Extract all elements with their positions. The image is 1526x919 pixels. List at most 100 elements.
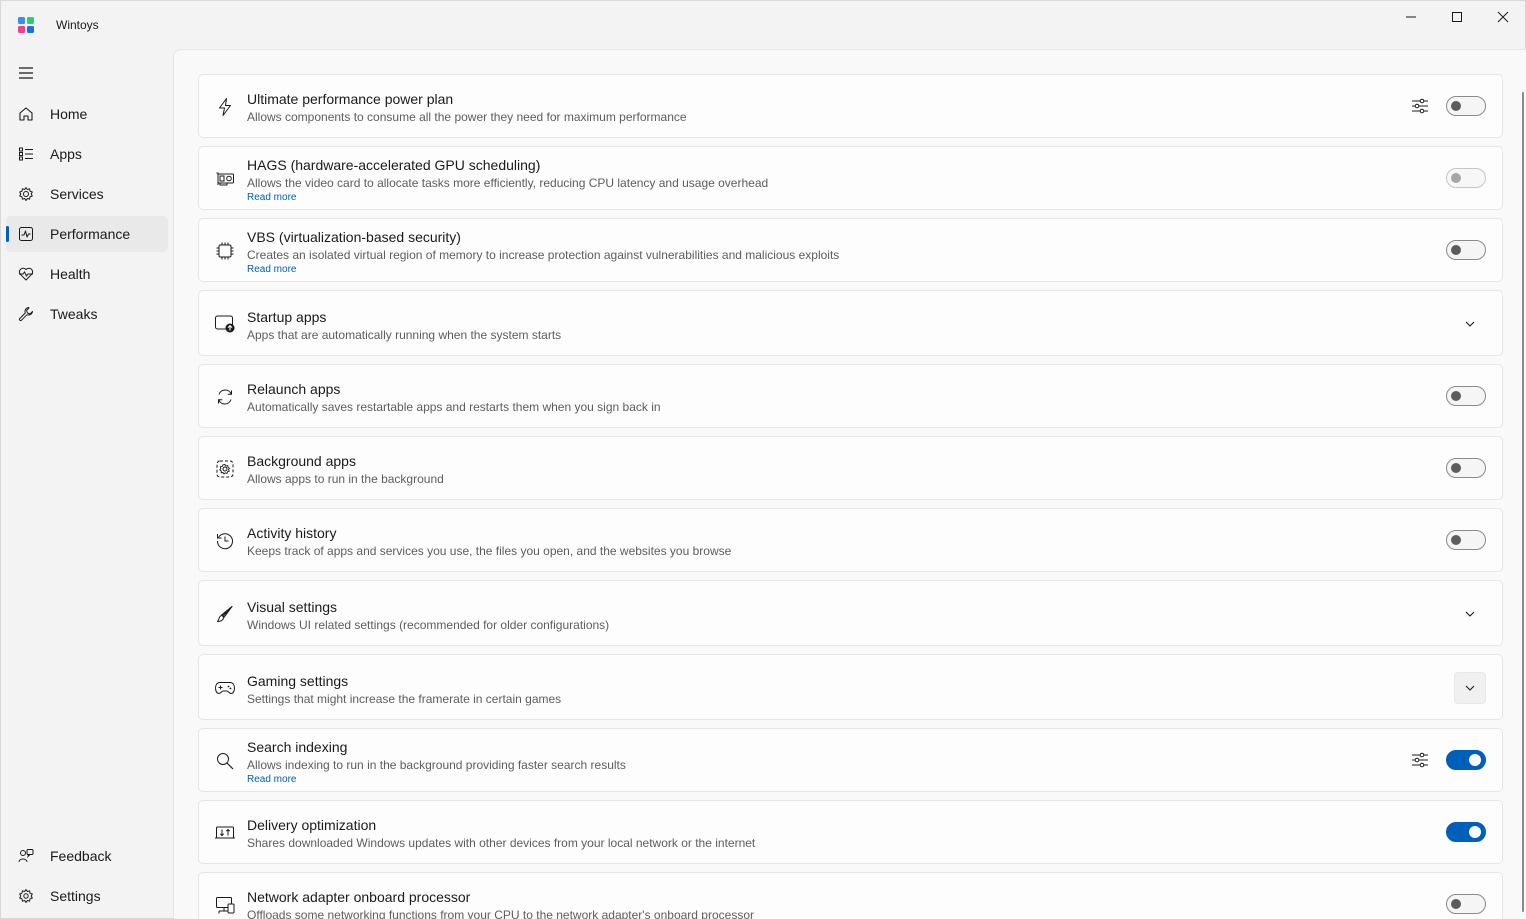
title-bar: Wintoys (1, 1, 1525, 49)
toggle-knob (1469, 754, 1481, 766)
setting-description: Windows UI related settings (recommended… (247, 618, 610, 632)
nav-item-apps[interactable]: Apps (6, 136, 168, 172)
setting-description: Apps that are automatically running when… (247, 328, 562, 342)
toggle-knob (1469, 826, 1481, 838)
apps-list-icon (17, 145, 35, 163)
network-adapter-icon (213, 893, 237, 917)
setting-card-ultimate-performance[interactable]: Ultimate performance power plan Allows c… (198, 74, 1503, 138)
minimize-icon (1406, 16, 1416, 18)
setting-card-visual-settings[interactable]: Visual settings Windows UI related setti… (198, 580, 1503, 646)
toggle-knob (1451, 535, 1461, 545)
setting-title: Delivery optimization (247, 817, 377, 833)
setting-toggle[interactable] (1446, 168, 1486, 188)
setting-toggle[interactable] (1446, 530, 1486, 550)
setting-title: Search indexing (247, 739, 348, 755)
hamburger-icon (19, 67, 33, 79)
toggle-knob (1451, 245, 1461, 255)
setting-card-gaming-settings[interactable]: Gaming settings Settings that might incr… (198, 654, 1503, 720)
nav-label-services: Services (50, 186, 104, 202)
toggle-knob (1451, 101, 1461, 111)
lightning-icon (213, 95, 237, 119)
setting-card-relaunch-apps[interactable]: Relaunch apps Automatically saves restar… (198, 364, 1503, 428)
nav-label-feedback: Feedback (50, 848, 112, 864)
read-more-link[interactable]: Read more (247, 192, 296, 203)
expand-button[interactable] (1454, 672, 1486, 704)
setting-description: Settings that might increase the framera… (247, 692, 562, 706)
setting-toggle[interactable] (1446, 458, 1486, 478)
tune-settings-button[interactable] (1410, 750, 1430, 770)
search-icon (213, 749, 237, 773)
nav-item-feedback[interactable]: Feedback (6, 838, 168, 874)
setting-card-hags[interactable]: HAGS (hardware-accelerated GPU schedulin… (198, 146, 1503, 210)
nav-item-tweaks[interactable]: Tweaks (6, 296, 168, 332)
setting-toggle[interactable] (1446, 894, 1486, 914)
nav-label-health: Health (50, 266, 91, 282)
nav-label-apps: Apps (50, 146, 82, 162)
relaunch-arrows-icon (213, 385, 237, 409)
nav-item-home[interactable]: Home (6, 96, 168, 132)
setting-card-activity-history[interactable]: Activity history Keeps track of apps and… (198, 508, 1503, 572)
setting-description: Keeps track of apps and services you use… (247, 544, 732, 558)
delivery-icon (213, 821, 237, 845)
setting-title: Relaunch apps (247, 381, 341, 397)
setting-card-search-indexing[interactable]: Search indexing Allows indexing to run i… (198, 728, 1503, 792)
setting-title: Visual settings (247, 599, 338, 615)
setting-card-vbs[interactable]: VBS (virtualization-based security) Crea… (198, 218, 1503, 282)
home-icon (17, 105, 35, 123)
background-apps-icon (213, 457, 237, 481)
nav-item-health[interactable]: Health (6, 256, 168, 292)
setting-card-startup-apps[interactable]: Startup apps Apps that are automatically… (198, 290, 1503, 356)
wintoys-logo-icon (18, 17, 34, 33)
gpu-icon (213, 167, 237, 191)
chip-icon (213, 239, 237, 263)
active-indicator (6, 226, 9, 242)
menu-toggle-button[interactable] (13, 61, 39, 85)
setting-toggle[interactable] (1446, 96, 1486, 116)
chevron-down-icon (1465, 611, 1475, 617)
chevron-down-icon (1465, 685, 1475, 691)
setting-title: Startup apps (247, 309, 327, 325)
setting-toggle[interactable] (1446, 386, 1486, 406)
setting-description: Allows apps to run in the background (247, 472, 444, 486)
read-more-link[interactable]: Read more (247, 774, 296, 785)
close-button[interactable] (1480, 1, 1526, 33)
nav-label-performance: Performance (50, 226, 131, 242)
tune-settings-button[interactable] (1410, 96, 1430, 116)
setting-card-delivery-optimization[interactable]: Delivery optimization Shares downloaded … (198, 800, 1503, 864)
setting-card-background-apps[interactable]: Background apps Allows apps to run in th… (198, 436, 1503, 500)
setting-title: Network adapter onboard processor (247, 889, 471, 905)
setting-card-network-adapter[interactable]: Network adapter onboard processor Offloa… (198, 872, 1503, 919)
maximize-icon (1452, 12, 1462, 22)
setting-toggle[interactable] (1446, 822, 1486, 842)
setting-title: Background apps (247, 453, 356, 469)
setting-title: HAGS (hardware-accelerated GPU schedulin… (247, 157, 541, 173)
feedback-icon (17, 847, 35, 865)
setting-toggle[interactable] (1446, 240, 1486, 260)
nav-item-settings[interactable]: Settings (6, 878, 168, 914)
nav-item-services[interactable]: Services (6, 176, 168, 212)
tune-sliders-icon (1412, 752, 1428, 768)
minimize-button[interactable] (1388, 1, 1434, 33)
setting-description: Creates an isolated virtual region of me… (247, 248, 840, 262)
maximize-button[interactable] (1434, 1, 1480, 33)
tune-sliders-icon (1412, 98, 1428, 114)
setting-description: Offloads some networking functions from … (247, 908, 754, 919)
nav-label-settings: Settings (50, 888, 101, 904)
setting-toggle[interactable] (1446, 750, 1486, 770)
settings-content-panel: Ultimate performance power plan Allows c… (173, 49, 1526, 919)
history-icon (213, 529, 237, 553)
expand-button[interactable] (1454, 308, 1486, 340)
health-heart-icon (17, 265, 35, 283)
gamepad-icon (213, 676, 237, 700)
setting-title: Activity history (247, 525, 337, 541)
nav-label-tweaks: Tweaks (50, 306, 98, 322)
nav-item-performance[interactable]: Performance (6, 216, 168, 252)
setting-description: Automatically saves restartable apps and… (247, 400, 661, 414)
setting-description: Allows the video card to allocate tasks … (247, 176, 769, 190)
toggle-knob (1451, 173, 1461, 183)
close-icon (1497, 11, 1509, 23)
expand-button[interactable] (1454, 598, 1486, 630)
vertical-scrollbar[interactable] (1522, 92, 1524, 912)
read-more-link[interactable]: Read more (247, 264, 296, 275)
window-title: Wintoys (56, 18, 99, 32)
